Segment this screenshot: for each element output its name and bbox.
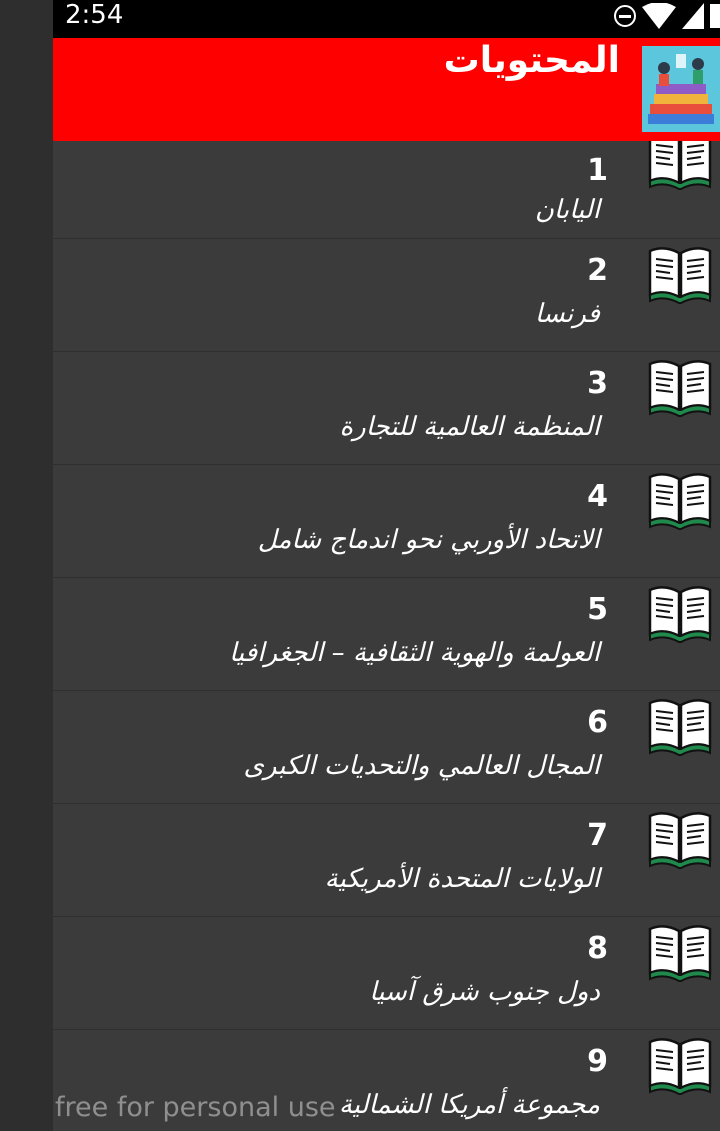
- list-item-title: الولايات المتحدة الأمريكية: [324, 864, 600, 894]
- open-book-icon: [648, 1034, 712, 1098]
- status-bar: 2:54: [53, 0, 720, 38]
- list-item-number: 7: [587, 818, 608, 853]
- list-item-title: فرنسا: [534, 299, 600, 329]
- contents-list: 1 اليابان 2 فرنسا 3 المنظمة العالمية للتجار…: [53, 141, 720, 1131]
- battery-icon: [710, 4, 720, 28]
- do-not-disturb-icon: [614, 5, 636, 27]
- signal-icon: [682, 3, 704, 29]
- books-illustration-logo: [642, 46, 720, 132]
- list-item-number: 6: [587, 705, 608, 740]
- list-item[interactable]: 4 الاتحاد الأوربي نحو اندماج شامل: [53, 465, 720, 578]
- list-item[interactable]: 3 المنظمة العالمية للتجارة: [53, 352, 720, 465]
- app-toolbar: المحتويات: [53, 38, 720, 141]
- list-item-number: 8: [587, 931, 608, 966]
- open-book-icon: [648, 582, 712, 646]
- left-gutter: [0, 0, 53, 1131]
- list-item-number: 9: [587, 1044, 608, 1079]
- list-item-title: اليابان: [534, 195, 600, 225]
- status-icons: [614, 2, 720, 30]
- list-item[interactable]: 7 الولايات المتحدة الأمريكية: [53, 804, 720, 917]
- list-item-title: دول جنوب شرق آسيا: [369, 977, 600, 1007]
- list-item[interactable]: 8 دول جنوب شرق آسيا: [53, 917, 720, 1030]
- status-time: 2:54: [65, 0, 124, 30]
- list-item[interactable]: 6 المجال العالمي والتحديات الكبرى: [53, 691, 720, 804]
- list-item-number: 2: [587, 253, 608, 288]
- open-book-icon: [648, 141, 712, 193]
- list-item-title: مجموعة أمريكا الشمالية: [338, 1090, 600, 1120]
- toolbar-title: المحتويات: [443, 40, 620, 81]
- open-book-icon: [648, 243, 712, 307]
- list-item[interactable]: 1 اليابان: [53, 141, 720, 239]
- list-item-title: العولمة والهوية الثقافية – الجغرافيا: [229, 638, 600, 668]
- open-book-icon: [648, 808, 712, 872]
- open-book-icon: [648, 921, 712, 985]
- list-item-number: 4: [587, 479, 608, 514]
- wifi-icon: [642, 3, 676, 29]
- open-book-icon: [648, 695, 712, 759]
- list-item-number: 5: [587, 592, 608, 627]
- open-book-icon: [648, 356, 712, 420]
- watermark-text: free for personal use: [55, 1092, 336, 1123]
- list-item-title: الاتحاد الأوربي نحو اندماج شامل: [257, 525, 600, 555]
- list-item[interactable]: 5 العولمة والهوية الثقافية – الجغرافيا: [53, 578, 720, 691]
- list-item-title: المنظمة العالمية للتجارة: [339, 412, 600, 442]
- list-item-title: المجال العالمي والتحديات الكبرى: [243, 751, 600, 781]
- list-item[interactable]: 2 فرنسا: [53, 239, 720, 352]
- list-item-number: 1: [587, 153, 608, 188]
- open-book-icon: [648, 469, 712, 533]
- list-item-number: 3: [587, 366, 608, 401]
